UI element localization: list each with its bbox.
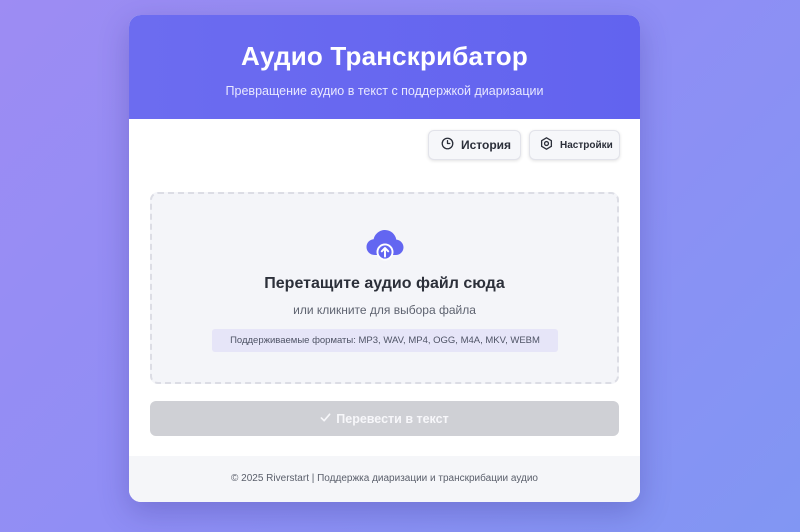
- dropzone-title: Перетащите аудио файл сюда: [264, 275, 505, 292]
- cloud-upload-icon: [365, 228, 405, 269]
- dropzone-subtitle: или кликните для выбора файла: [293, 303, 476, 317]
- toolbar: История Настройки: [428, 130, 620, 160]
- supported-formats-badge: Поддерживаемые форматы: MP3, WAV, MP4, O…: [212, 329, 558, 352]
- transcriber-card: Аудио Транскрибатор Превращение аудио в …: [129, 15, 640, 502]
- footer: © 2025 Riverstart | Поддержка диаризации…: [129, 456, 640, 502]
- check-icon: [320, 412, 331, 426]
- header: Аудио Транскрибатор Превращение аудио в …: [129, 15, 640, 119]
- convert-label: Перевести в текст: [336, 411, 449, 426]
- gear-icon: [540, 137, 553, 153]
- history-button[interactable]: История: [428, 130, 521, 160]
- settings-label: Настройки: [560, 139, 613, 151]
- footer-text: © 2025 Riverstart | Поддержка диаризации…: [231, 473, 538, 484]
- history-label: История: [461, 138, 512, 152]
- clock-icon: [441, 137, 454, 153]
- page-subtitle: Превращение аудио в текст с поддержкой д…: [225, 84, 544, 98]
- convert-to-text-button[interactable]: Перевести в текст: [150, 401, 619, 436]
- page-title: Аудио Транскрибатор: [241, 41, 528, 71]
- file-dropzone[interactable]: Перетащите аудио файл сюда или кликните …: [150, 192, 619, 384]
- settings-button[interactable]: Настройки: [529, 130, 620, 160]
